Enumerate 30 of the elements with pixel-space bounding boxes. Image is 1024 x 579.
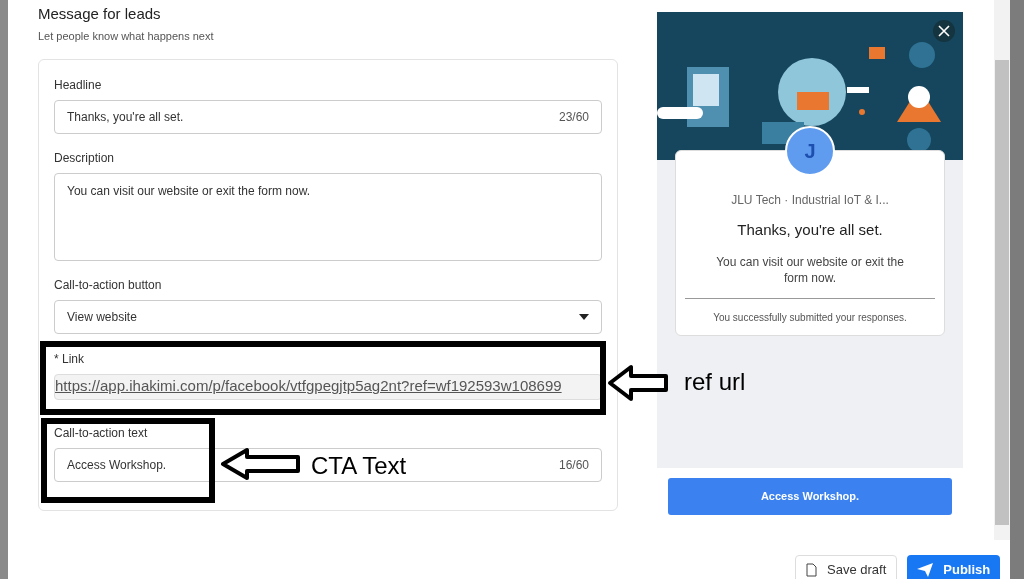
char-counter: 23/60: [558, 108, 589, 126]
annotation-label: ref url: [684, 367, 746, 397]
field-label: Headline: [54, 76, 102, 94]
link-field[interactable]: https://app.ihakimi.com/p/facebook/vtfgpegjtp5ag2nt?ref=wf192593w108699: [54, 373, 602, 400]
arrow-icon: [220, 447, 302, 481]
char-counter: 16/60: [558, 456, 589, 474]
publish-button[interactable]: Publish: [907, 555, 1001, 579]
send-icon: [917, 563, 934, 577]
scrollbar[interactable]: [994, 0, 1010, 540]
cta-button[interactable]: Access Workshop.: [668, 478, 952, 515]
dropdown[interactable]: View website: [54, 299, 602, 334]
success-note: You successfully submitted your responses.: [713, 310, 907, 325]
description-field[interactable]: You can visit our website or exit the form now.: [54, 172, 602, 261]
field-label: Call-to-action text: [54, 424, 148, 442]
save-draft-button[interactable]: Save draft: [795, 555, 898, 579]
preview-description: You can visit our website or exit the form now.: [715, 253, 905, 286]
preview-headline: Thanks, you're all set.: [737, 220, 883, 240]
avatar: J: [785, 126, 835, 176]
text-field[interactable]: Thanks, you're all set. 23/60: [54, 99, 602, 134]
annotation-label: CTA Text: [311, 451, 407, 481]
field-label: Description: [54, 149, 115, 167]
caret-icon: [579, 313, 589, 320]
close-icon: [938, 25, 950, 37]
section-subtitle: Let people know what happens next: [38, 29, 215, 44]
company-name: JLU Tech · Industrial IoT & I...: [731, 192, 889, 209]
section-title: Message for leads: [38, 4, 162, 23]
document-icon: [806, 563, 817, 577]
field-label: Call-to-action button: [54, 276, 162, 294]
arrow-icon: [607, 364, 669, 402]
field-label: * Link: [54, 350, 85, 368]
